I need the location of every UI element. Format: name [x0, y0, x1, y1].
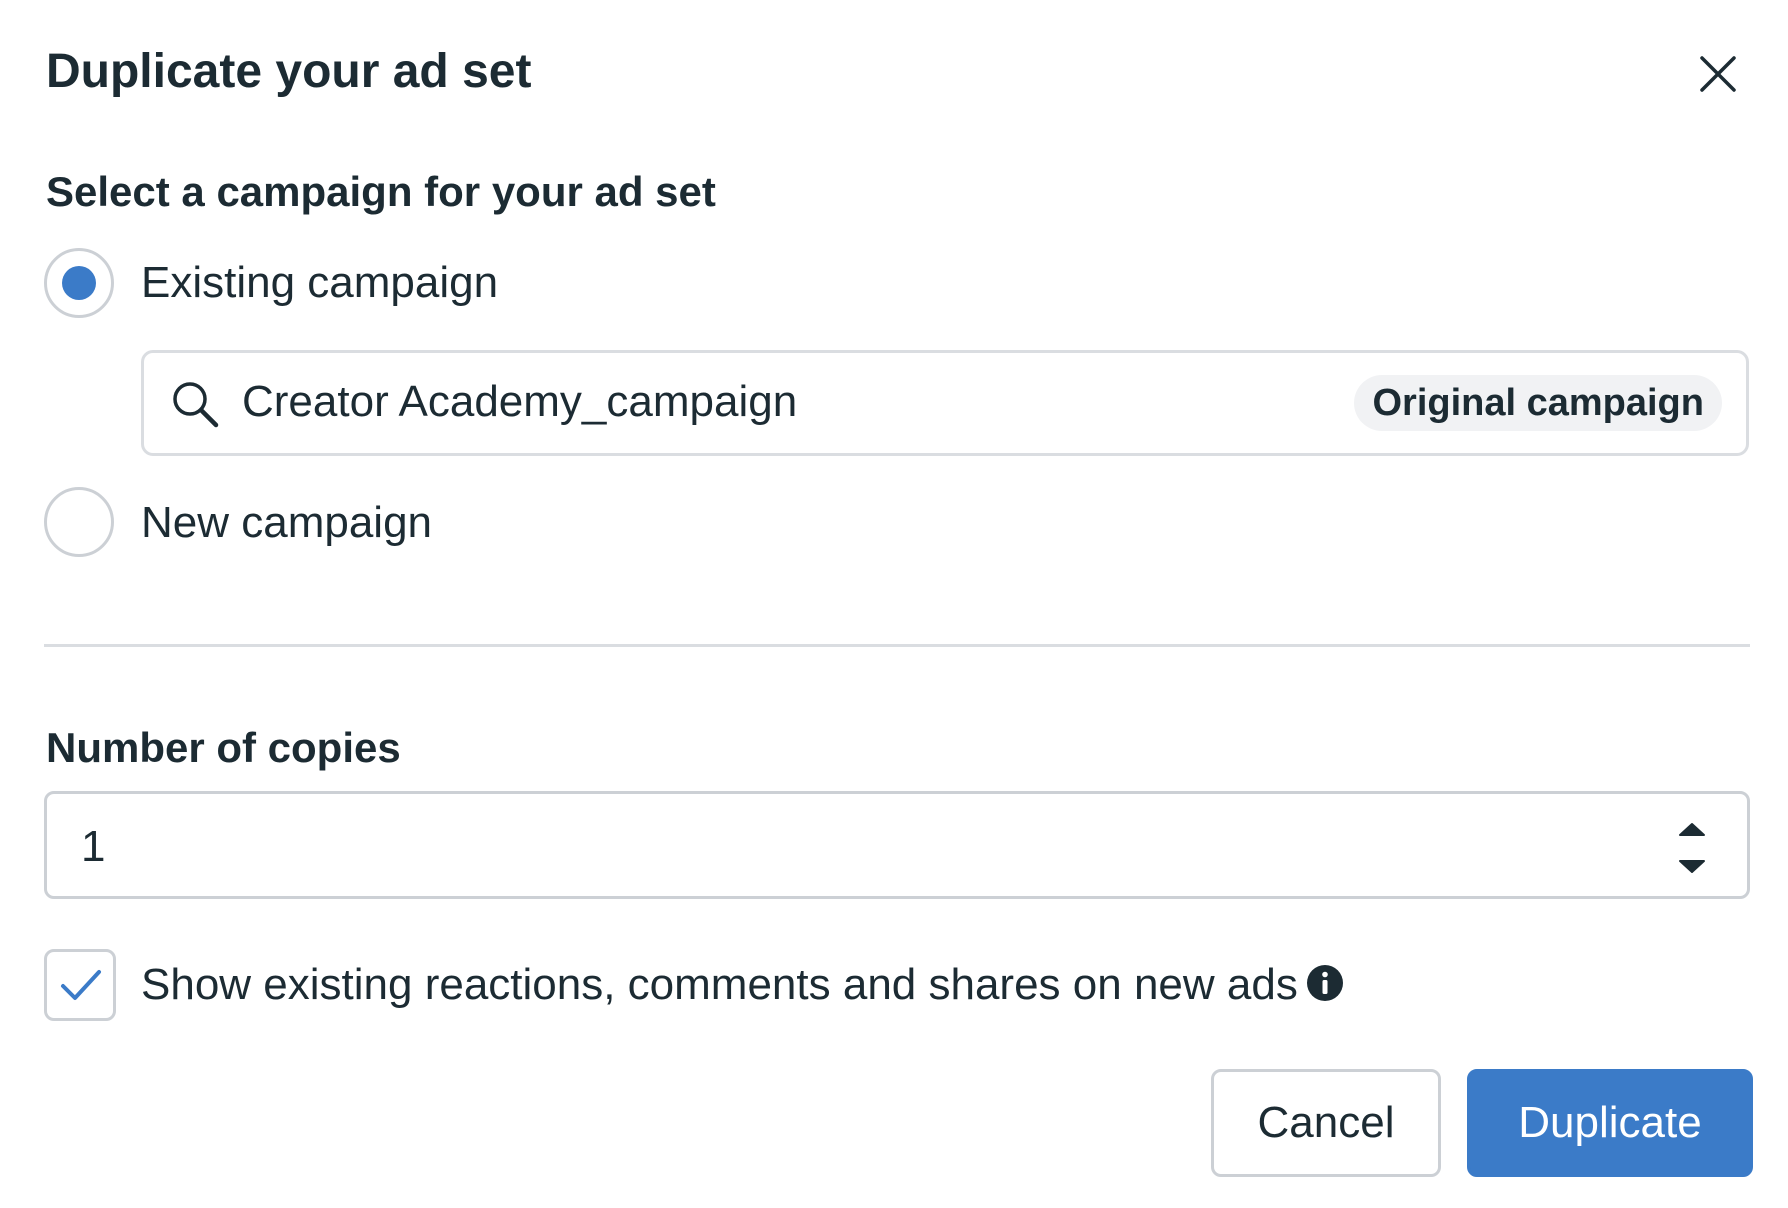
new-campaign-label[interactable]: New campaign: [141, 498, 432, 548]
cancel-button[interactable]: Cancel: [1211, 1069, 1441, 1177]
existing-campaign-label[interactable]: Existing campaign: [141, 258, 498, 308]
close-button[interactable]: [1690, 46, 1746, 102]
search-icon: [173, 382, 219, 428]
checkmark-icon: [61, 970, 101, 1000]
dialog-title: Duplicate your ad set: [46, 45, 532, 98]
copies-stepper[interactable]: 1: [44, 791, 1750, 899]
campaign-search-field[interactable]: Creator Academy_campaign Original campai…: [141, 350, 1749, 456]
duplicate-ad-set-dialog: Duplicate your ad set Select a campaign …: [0, 0, 1788, 1208]
campaign-search-value[interactable]: Creator Academy_campaign: [242, 377, 797, 427]
show-engagement-label[interactable]: Show existing reactions, comments and sh…: [141, 960, 1298, 1010]
duplicate-button[interactable]: Duplicate: [1467, 1069, 1753, 1177]
number-of-copies-label: Number of copies: [46, 724, 401, 771]
existing-campaign-radio[interactable]: [44, 248, 114, 318]
up-down-arrows-icon[interactable]: [1677, 820, 1707, 876]
section-divider: [44, 644, 1750, 647]
original-campaign-badge: Original campaign: [1354, 375, 1722, 431]
show-engagement-checkbox[interactable]: [44, 949, 116, 1021]
campaign-section-label: Select a campaign for your ad set: [46, 168, 716, 215]
copies-value[interactable]: 1: [81, 822, 105, 872]
info-icon[interactable]: [1306, 964, 1344, 1002]
new-campaign-radio[interactable]: [44, 487, 114, 557]
close-icon: [1700, 56, 1736, 92]
